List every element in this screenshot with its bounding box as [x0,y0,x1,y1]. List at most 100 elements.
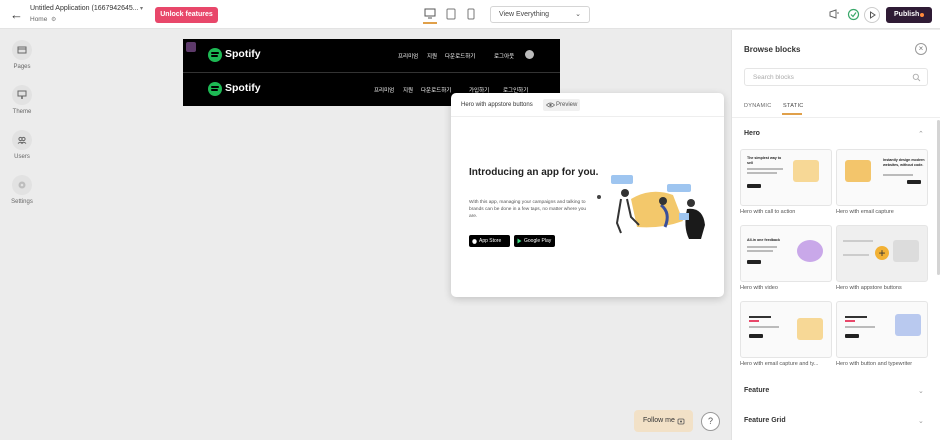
sidebar-item-theme[interactable]: Theme [0,85,44,115]
google-play-badge[interactable]: Google Play [514,235,555,247]
thumb-button [747,184,761,188]
nav-link[interactable]: 프리미엄 [398,52,418,60]
thumb-text-line [843,240,873,242]
hero-heading: Introducing an app for you. [469,167,599,178]
block-thumb-button-typewriter[interactable] [836,301,928,358]
app-store-label: App Store [479,238,502,244]
top-bar: ← Untitled Application (1667942645... ▾ … [0,0,940,29]
hero-illustration [597,175,705,239]
section-feature-header[interactable]: Feature [744,387,769,394]
nav-link[interactable]: 다운로드하기 [421,86,451,94]
panel-title: Browse blocks [744,45,801,54]
thumb-headline: All-in one feedback [747,238,780,242]
follow-icon [677,418,685,425]
unlock-features-button[interactable]: Unlock features [155,7,218,23]
nav-link[interactable]: 지원 [427,52,437,60]
block-thumb-appstore[interactable]: + [836,225,928,282]
users-icon [12,130,32,150]
thumb-illustration [893,240,919,262]
spotify-logo-icon [208,48,222,62]
app-title[interactable]: Untitled Application (1667942645... [30,5,139,12]
nav-link[interactable]: 다운로드하기 [445,52,475,60]
publish-button[interactable]: Publish [886,7,932,23]
section-hero-header[interactable]: Hero [744,130,760,137]
sidebar-item-pages[interactable]: Pages [0,40,44,70]
block-label: Hero with video [740,285,778,291]
view-filter-select[interactable]: View Everything ⌄ [490,6,590,23]
tab-dynamic[interactable]: DYNAMIC [744,103,771,109]
thumb-text-line [747,246,777,248]
thumb-headline: Instantly design modern websites, withou… [883,158,925,167]
thumb-button [749,334,763,338]
apple-icon [472,239,477,244]
nav-link[interactable]: 로그아웃 [494,52,514,60]
chevron-down-icon[interactable]: ⌄ [918,387,924,395]
active-tab-indicator [782,113,802,115]
sidebar-item-users[interactable]: Users [0,130,44,160]
thumb-illustration [793,160,819,182]
mobile-view-icon[interactable] [464,8,478,20]
settings-icon [12,175,32,195]
play-icon [870,11,876,19]
block-label: Hero with button and typewriter [836,361,913,367]
thumb-text-line [747,250,773,252]
chevron-down-icon[interactable]: ⌄ [918,417,924,425]
nav-link[interactable]: 지원 [403,86,413,94]
publish-status-dot [920,13,924,17]
block-thumb-cta[interactable]: The simplest way to sell [740,149,832,206]
eye-icon [546,102,555,108]
sidebar-label: Users [14,154,30,160]
preview-play-button[interactable] [864,7,880,23]
view-filter-value: View Everything [499,11,550,18]
sidebar-item-settings[interactable]: Settings [0,175,44,205]
sidebar-label: Settings [11,199,33,205]
sidebar-label: Pages [13,64,31,70]
thumb-button [747,260,761,264]
block-preview-card: Hero with appstore buttons Preview Intro… [451,93,724,297]
thumb-button [845,334,859,338]
browse-blocks-panel: Browse blocks × Search blocks DYNAMIC ST… [731,30,940,440]
desktop-view-icon[interactable] [423,8,437,24]
thumb-illustration [797,318,823,340]
back-arrow-icon[interactable]: ← [10,8,24,22]
pages-icon [12,40,32,60]
thumb-button [907,180,921,184]
nav-bar-logged-in[interactable]: Spotify 프리미엄 지원 다운로드하기 로그아웃 [183,39,560,72]
breadcrumb[interactable]: Home [30,16,47,23]
avatar[interactable] [525,50,534,59]
google-play-label: Google Play [524,238,552,244]
search-placeholder: Search blocks [753,74,794,81]
section-feature-grid-header[interactable]: Feature Grid [744,417,786,424]
check-circle-icon[interactable] [847,8,860,21]
search-blocks-input[interactable]: Search blocks [744,68,928,86]
search-icon [912,73,921,82]
thumb-text-line [845,316,867,318]
brand-name: Spotify [225,82,261,94]
thumb-illustration [895,314,921,336]
chevron-up-icon[interactable]: ⌃ [918,130,924,138]
block-thumb-email-typewriter[interactable] [740,301,832,358]
feedback-icon[interactable] [828,8,841,21]
tab-static[interactable]: STATIC [783,103,804,109]
app-title-chevron-icon[interactable]: ▾ [140,5,143,12]
thumb-text-line [845,320,855,322]
follow-me-label: Follow me [643,417,675,424]
hero-body-text: With this app, managing your campaigns a… [469,200,587,219]
add-block-icon[interactable]: + [875,246,889,260]
block-label: Hero with appstore buttons [836,285,902,291]
thumb-headline: The simplest way to sell [747,156,782,165]
help-button[interactable]: ? [701,412,720,431]
app-store-badge[interactable]: App Store [469,235,510,247]
spotify-logo-icon [208,82,222,96]
nav-link[interactable]: 프리미엄 [374,86,394,94]
thumb-illustration [797,240,823,262]
page-settings-icon[interactable]: ⚙ [51,16,56,23]
preview-card-title: Hero with appstore buttons [461,102,533,108]
block-thumb-email[interactable]: Instantly design modern websites, withou… [836,149,928,206]
thumb-text-line [843,254,869,256]
block-thumb-video[interactable]: All-in one feedback [740,225,832,282]
close-icon[interactable]: × [915,43,927,55]
tablet-view-icon[interactable] [444,8,458,20]
preview-button[interactable]: Preview [543,99,580,111]
follow-me-button[interactable]: Follow me [634,410,693,432]
